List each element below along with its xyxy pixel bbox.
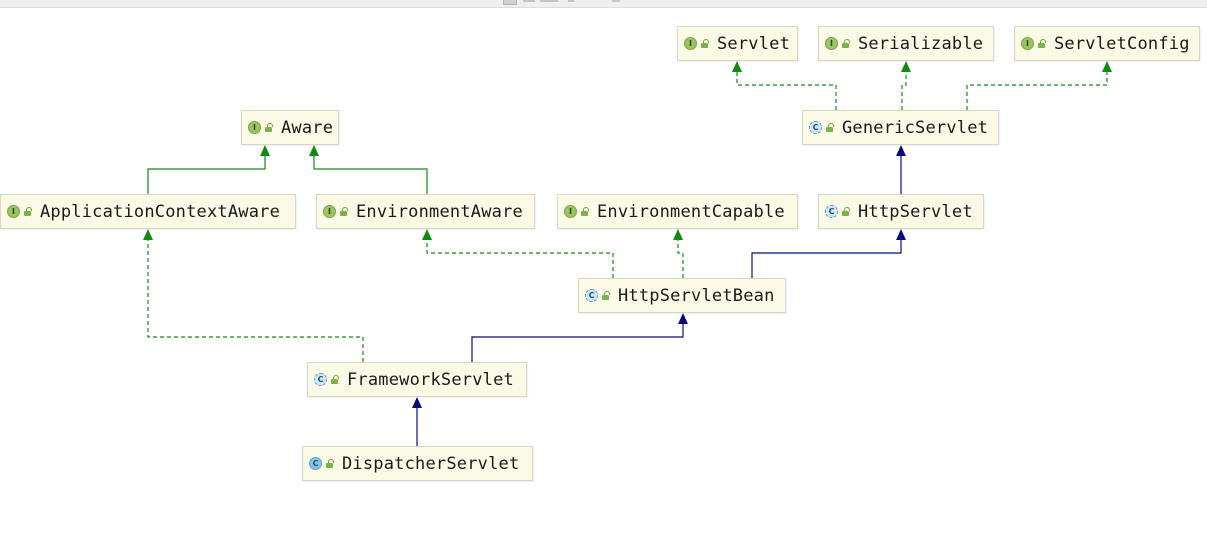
edge-arrowhead: [422, 229, 432, 240]
interface-icon: I: [825, 37, 838, 50]
public-visibility-icon: [825, 123, 834, 132]
edge-line: [426, 239, 614, 278]
node-label: GenericServlet: [842, 117, 989, 138]
edge-http-servlet-bean-to-environment-capable: [673, 229, 684, 278]
edge-line: [751, 239, 902, 278]
node-http-servlet[interactable]: C HttpServlet: [818, 194, 984, 229]
edge-arrowhead: [412, 397, 422, 408]
node-servlet[interactable]: I Servlet: [677, 26, 798, 61]
edge-framework-servlet-to-application-context-aware: [143, 229, 364, 362]
edge-arrowhead: [143, 229, 153, 240]
public-visibility-icon: [841, 39, 850, 48]
interface-icon: I: [564, 205, 577, 218]
edge-generic-servlet-to-servlet-config: [966, 61, 1112, 110]
interface-icon: I: [1021, 37, 1034, 50]
abstract-class-icon: C: [825, 205, 838, 218]
node-label: Serializable: [858, 33, 984, 54]
edge-arrowhead: [673, 229, 683, 240]
interface-icon: I: [7, 205, 20, 218]
public-visibility-icon: [264, 123, 273, 132]
node-http-servlet-bean[interactable]: C HttpServletBean: [578, 278, 786, 313]
edge-dispatcher-servlet-to-framework-servlet: [412, 397, 422, 446]
node-label: HttpServlet: [858, 201, 973, 222]
edge-arrowhead: [678, 313, 688, 324]
edge-http-servlet-bean-to-environment-aware: [422, 229, 614, 278]
edge-arrowhead: [1102, 61, 1112, 72]
node-label: DispatcherServlet: [342, 453, 520, 474]
node-serializable[interactable]: I Serializable: [818, 26, 994, 61]
node-label: ApplicationContextAware: [40, 201, 281, 222]
edge-arrowhead: [309, 145, 319, 156]
node-label: EnvironmentAware: [356, 201, 523, 222]
public-visibility-icon: [700, 39, 709, 48]
edge-line: [736, 71, 837, 110]
interface-icon: I: [248, 121, 261, 134]
public-visibility-icon: [330, 375, 339, 384]
edge-line: [677, 239, 684, 278]
node-servlet-config[interactable]: I ServletConfig: [1014, 26, 1200, 61]
public-visibility-icon: [841, 207, 850, 216]
edge-arrowhead: [901, 61, 911, 72]
edge-http-servlet-to-generic-servlet: [896, 145, 906, 194]
edge-arrowhead: [260, 145, 270, 156]
edge-http-servlet-bean-to-http-servlet: [751, 229, 906, 278]
edge-generic-servlet-to-serializable: [901, 61, 911, 110]
edge-application-context-aware-to-aware: [147, 145, 270, 194]
edge-line: [471, 323, 684, 362]
node-environment-capable[interactable]: I EnvironmentCapable: [557, 194, 798, 229]
node-label: ServletConfig: [1054, 33, 1190, 54]
public-visibility-icon: [1037, 39, 1046, 48]
abstract-class-icon: C: [585, 289, 598, 302]
public-visibility-icon: [601, 291, 610, 300]
edge-arrowhead: [896, 229, 906, 240]
edge-generic-servlet-to-servlet: [732, 61, 837, 110]
edge-arrowhead: [896, 145, 906, 156]
abstract-class-icon: C: [809, 121, 822, 134]
edge-framework-servlet-to-http-servlet-bean: [471, 313, 688, 362]
node-label: HttpServletBean: [618, 285, 775, 306]
node-label: EnvironmentCapable: [597, 201, 785, 222]
node-label: FrameworkServlet: [347, 369, 514, 390]
node-dispatcher-servlet[interactable]: C DispatcherServlet: [302, 446, 533, 481]
public-visibility-icon: [580, 207, 589, 216]
node-label: Aware: [281, 117, 334, 138]
interface-icon: I: [684, 37, 697, 50]
public-visibility-icon: [23, 207, 32, 216]
edge-line: [313, 155, 428, 194]
node-label: Servlet: [717, 33, 791, 54]
node-application-context-aware[interactable]: I ApplicationContextAware: [0, 194, 296, 229]
public-visibility-icon: [325, 459, 334, 468]
node-aware[interactable]: I Aware: [241, 110, 339, 145]
interface-icon: I: [323, 205, 336, 218]
abstract-class-icon: C: [314, 373, 327, 386]
node-generic-servlet[interactable]: C GenericServlet: [802, 110, 999, 145]
edge-environment-aware-to-aware: [309, 145, 428, 194]
edge-line: [901, 71, 907, 110]
node-framework-servlet[interactable]: C FrameworkServlet: [307, 362, 527, 397]
edge-line: [966, 71, 1108, 110]
edge-line: [147, 239, 364, 362]
edge-arrowhead: [732, 61, 742, 72]
edge-line: [147, 155, 266, 194]
node-environment-aware[interactable]: I EnvironmentAware: [316, 194, 535, 229]
class-icon: C: [309, 457, 322, 470]
public-visibility-icon: [339, 207, 348, 216]
